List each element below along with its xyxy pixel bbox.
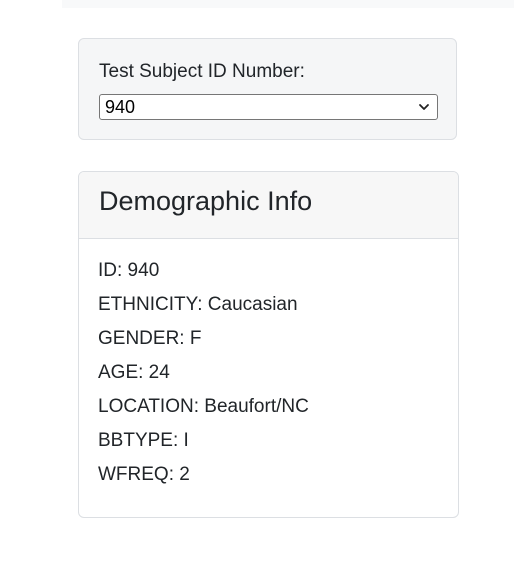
subject-id-select[interactable]: 940 xyxy=(99,94,438,120)
info-age: AGE: 24 xyxy=(98,362,170,383)
info-gender: GENDER: F xyxy=(98,328,202,349)
subject-id-selected-value: 940 xyxy=(105,97,136,117)
subject-id-label: Test Subject ID Number: xyxy=(99,61,305,82)
info-wfreq: WFREQ: 2 xyxy=(98,464,190,485)
info-location: LOCATION: Beaufort/NC xyxy=(98,396,309,417)
top-bar-strip xyxy=(62,0,514,8)
info-id: ID: 940 xyxy=(98,260,160,281)
subject-selector-well: Test Subject ID Number: 940 xyxy=(78,38,457,140)
info-ethnicity: ETHNICITY: Caucasian xyxy=(98,294,298,315)
chevron-down-icon xyxy=(419,104,429,110)
demographic-info-body: ID: 940 ETHNICITY: Caucasian GENDER: F A… xyxy=(98,260,309,498)
info-bbtype: BBTYPE: I xyxy=(98,430,189,451)
panel-heading: Demographic Info xyxy=(79,172,458,239)
panel-title: Demographic Info xyxy=(99,186,313,216)
